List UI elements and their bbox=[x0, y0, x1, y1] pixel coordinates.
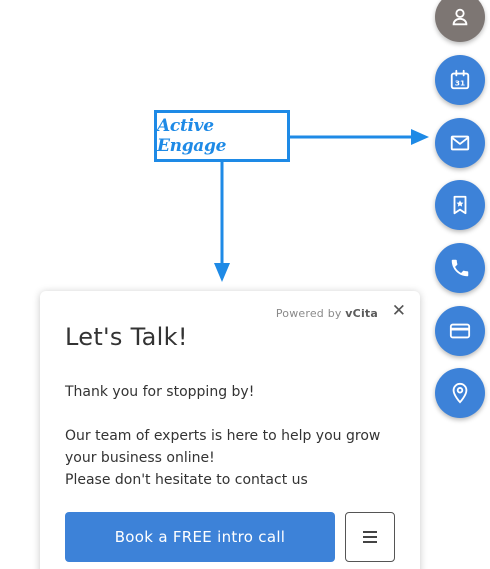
calendar-icon: 31 bbox=[450, 69, 470, 90]
body-line-1: Our team of experts is here to help you … bbox=[65, 428, 381, 444]
schedule-button[interactable]: 31 bbox=[435, 55, 485, 105]
widget-title: Let's Talk! bbox=[65, 323, 188, 351]
bookmark-button[interactable] bbox=[435, 180, 485, 230]
body-line-2: your business online! bbox=[65, 450, 215, 466]
bookmark-icon bbox=[453, 195, 467, 215]
powered-by-brand: vCita bbox=[345, 307, 378, 320]
credit-card-icon bbox=[449, 323, 471, 339]
body-line-3: Please don't hesitate to contact us bbox=[65, 472, 308, 488]
directions-button[interactable] bbox=[435, 368, 485, 418]
phone-icon bbox=[451, 259, 469, 277]
page: Active Engage 31 Powered by vCita ✕ Let'… bbox=[0, 0, 490, 569]
close-icon[interactable]: ✕ bbox=[392, 303, 406, 320]
user-icon bbox=[452, 8, 468, 26]
location-pin-icon bbox=[452, 382, 468, 404]
powered-by: Powered by vCita bbox=[276, 307, 378, 320]
callout-label: Active Engage bbox=[157, 116, 227, 156]
active-engage-callout: Active Engage bbox=[154, 110, 290, 162]
engage-widget: Powered by vCita ✕ Let's Talk! Thank you… bbox=[40, 291, 420, 569]
book-intro-call-button[interactable]: Book a FREE intro call bbox=[65, 512, 335, 562]
envelope-icon bbox=[450, 135, 470, 151]
account-button[interactable] bbox=[435, 0, 485, 42]
message-button[interactable] bbox=[435, 118, 485, 168]
calendar-day: 31 bbox=[455, 79, 465, 88]
hamburger-menu-icon bbox=[363, 531, 377, 543]
payment-button[interactable] bbox=[435, 306, 485, 356]
powered-by-label: Powered by bbox=[275, 307, 342, 320]
greeting-text: Thank you for stopping by! bbox=[65, 384, 255, 400]
call-button[interactable] bbox=[435, 243, 485, 293]
more-options-button[interactable] bbox=[345, 512, 395, 562]
